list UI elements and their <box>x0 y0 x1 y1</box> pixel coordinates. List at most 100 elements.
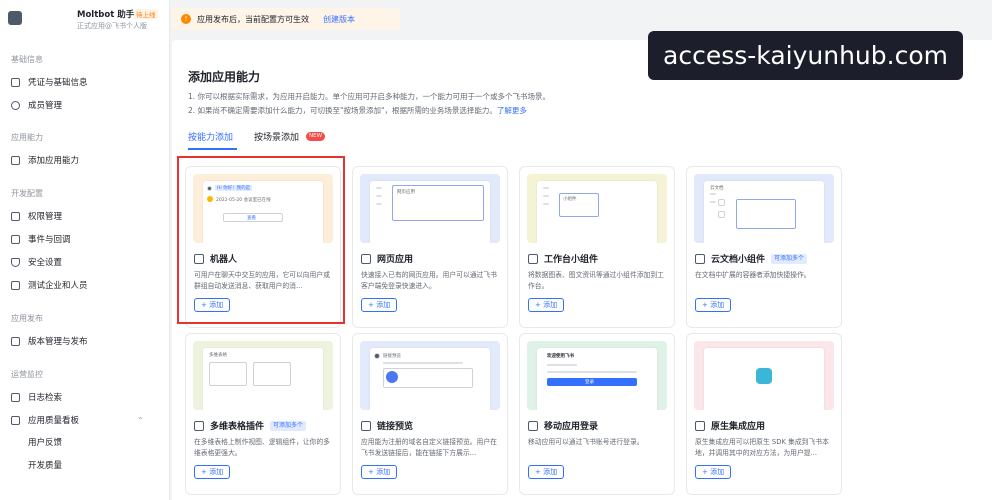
tab-by-capability[interactable]: 按能力添加 <box>188 130 233 143</box>
app-name: Moltbot 助手 <box>77 10 135 20</box>
card-preview: 网页应用 <box>360 174 500 243</box>
card-doc-widget[interactable]: 云文档 云文档小组件 可添加多个 在文档中扩展的容器者添加快捷操作。 + 添加 <box>686 166 842 328</box>
chevron-up-icon[interactable]: ⌃ <box>137 416 144 425</box>
table-icon <box>194 421 204 431</box>
card-workplace-widget[interactable]: 小组件 工作台小组件 将数据图表、图文资讯等通过小组件添加到工作台。 + 添加 <box>519 166 675 328</box>
sidebar-item-add-capability[interactable]: 添加应用能力 <box>11 152 79 168</box>
multi-add-tag: 可添加多个 <box>270 421 307 431</box>
section-dev-config: 开发配置 <box>11 189 43 198</box>
warning-icon: ! <box>181 14 191 24</box>
preview-line <box>376 203 382 205</box>
highlight-box <box>177 156 345 324</box>
native-logo-icon <box>756 368 772 384</box>
widget-icon <box>528 254 538 264</box>
description-line-2: 2. 如果尚不确定需要添加什么能力，可切换至"按场景添加"，根据所需的业务场景选… <box>188 105 527 116</box>
preview-dot <box>386 371 398 383</box>
add-button[interactable]: + 添加 <box>695 465 732 479</box>
preview-label: 多维表格 <box>209 353 227 358</box>
sidebar-item-label: 开发质量 <box>28 461 63 471</box>
doc-icon <box>695 254 705 264</box>
add-button[interactable]: + 添加 <box>528 298 565 312</box>
sidebar-item-dev-quality[interactable]: 开发质量 <box>28 457 62 473</box>
preview-window <box>704 348 824 410</box>
sidebar-item-permissions[interactable]: 权限管理 <box>11 208 62 224</box>
card-title: 工作台小组件 <box>544 255 599 265</box>
preview-login-button: 登录 <box>547 378 637 386</box>
card-preview <box>694 341 834 410</box>
preview-window: 欢迎使用飞书 登录 <box>537 348 657 410</box>
lock-icon <box>11 211 20 221</box>
sidebar-item-label: 安全设置 <box>28 258 63 268</box>
card-title: 链接预览 <box>377 422 414 432</box>
section-basic-info: 基础信息 <box>11 55 43 64</box>
preview-label: 链接预览 <box>383 354 401 359</box>
preview-window: 云文档 <box>704 181 824 243</box>
learn-more-link[interactable]: 了解更多 <box>497 106 527 115</box>
description-text: 2. 如果尚不确定需要添加什么能力，可切换至"按场景添加"，根据所需的业务场景选… <box>188 106 497 115</box>
preview-checkbox <box>718 199 725 206</box>
preview-line <box>547 371 637 373</box>
card-description: 原生集成应用可以把原生 SDK 集成到飞书本地，并调用其中的对应方法，为用户提.… <box>695 438 829 457</box>
sidebar-item-credentials[interactable]: 凭证与基础信息 <box>11 74 88 90</box>
app-subtitle: 正式应用@飞书个人版 <box>77 22 147 30</box>
card-description: 在多维表格上制作视图、逻辑组件，让你的多维表格更强大。 <box>194 438 330 457</box>
banner-text: 应用发布后，当前配置方可生效 <box>197 14 309 24</box>
add-button[interactable]: + 添加 <box>361 298 398 312</box>
sidebar: Moltbot 助手 待上线 正式应用@飞书个人版 基础信息 凭证与基础信息 成… <box>0 0 170 500</box>
user-icon <box>11 100 20 110</box>
event-icon <box>11 234 20 244</box>
sidebar-item-test-tenant[interactable]: 测试企业和人员 <box>11 277 88 293</box>
description-line-1: 1. 你可以根据实际需求，为应用开启能力。单个应用可开启多种能力，一个能力可用于… <box>188 91 550 102</box>
preview-line <box>543 187 549 189</box>
native-icon <box>695 421 705 431</box>
card-base-plugin[interactable]: 多维表格 多维表格插件 可添加多个 在多维表格上制作视图、逻辑组件，让你的多维表… <box>185 333 341 495</box>
preview-window: 多维表格 <box>203 348 323 410</box>
sidebar-item-events[interactable]: 事件与回调 <box>11 231 71 247</box>
link-icon <box>361 421 371 431</box>
sidebar-item-label: 测试企业和人员 <box>28 281 88 291</box>
shield-icon <box>11 257 20 267</box>
page-title: 添加应用能力 <box>188 70 261 84</box>
add-button[interactable]: + 添加 <box>695 298 732 312</box>
card-preview: 小组件 <box>527 174 667 243</box>
tab-by-scenario[interactable]: 按场景添加 <box>254 130 299 143</box>
card-title: 网页应用 <box>377 255 414 265</box>
release-notice-banner: ! 应用发布后，当前配置方可生效 创建版本 <box>172 8 400 30</box>
tab-bar: 按能力添加 按场景添加 NEW <box>188 130 978 152</box>
sidebar-item-feedback[interactable]: 用户反馈 <box>28 434 62 450</box>
sidebar-item-label: 权限管理 <box>28 212 63 222</box>
sidebar-item-versions[interactable]: 版本管理与发布 <box>11 333 88 349</box>
sidebar-item-label: 成员管理 <box>28 101 63 111</box>
preview-label: 小组件 <box>563 197 577 202</box>
sidebar-item-security[interactable]: 安全设置 <box>11 254 62 270</box>
preview-tile <box>209 362 247 386</box>
card-description: 移动应用可以通过飞书账号进行登录。 <box>528 438 644 446</box>
card-mobile-login[interactable]: 欢迎使用飞书 登录 移动应用登录 移动应用可以通过飞书账号进行登录。 + 添加 <box>519 333 675 495</box>
card-title: 云文档小组件 <box>711 255 766 265</box>
section-monitoring: 运营监控 <box>11 370 43 379</box>
preview-line <box>543 195 549 197</box>
card-title: 多维表格插件 <box>210 422 265 432</box>
preview-label: 云文档 <box>710 186 724 191</box>
web-icon <box>361 254 371 264</box>
add-button[interactable]: + 添加 <box>361 465 398 479</box>
section-app-release: 应用发布 <box>11 314 43 323</box>
card-native-app[interactable]: 原生集成应用 原生集成应用可以把原生 SDK 集成到飞书本地，并调用其中的对应方… <box>686 333 842 495</box>
test-icon <box>11 280 20 290</box>
sidebar-item-logs[interactable]: 日志检索 <box>11 389 62 405</box>
card-description: 应用能为注册的域名自定义链接预览。用户在飞书发送链接后，能在链接下方展示... <box>361 438 497 457</box>
preview-tile <box>253 362 291 386</box>
card-description: 快速接入已有的网页应用。用户可以通过飞书客户端免登录快速进入。 <box>361 271 497 290</box>
create-version-link[interactable]: 创建版本 <box>323 14 355 25</box>
sidebar-item-members[interactable]: 成员管理 <box>11 97 62 113</box>
card-link-preview[interactable]: 链接预览 链接预览 应用能为注册的域名自定义链接预览。用户在飞书发送链接后，能在… <box>352 333 508 495</box>
add-button[interactable]: + 添加 <box>194 465 231 479</box>
section-app-capability: 应用能力 <box>11 133 43 142</box>
card-preview: 云文档 <box>694 174 834 243</box>
card-web-app[interactable]: 网页应用 网页应用 快速接入已有的网页应用。用户可以通过飞书客户端免登录快速进入… <box>352 166 508 328</box>
preview-button-label: 登录 <box>585 380 594 385</box>
sidebar-item-label: 凭证与基础信息 <box>28 78 88 88</box>
domain-overlay: access-kaiyunhub.com <box>648 31 963 80</box>
sidebar-item-quality-board[interactable]: 应用质量看板 <box>11 412 79 428</box>
add-button[interactable]: + 添加 <box>528 465 565 479</box>
